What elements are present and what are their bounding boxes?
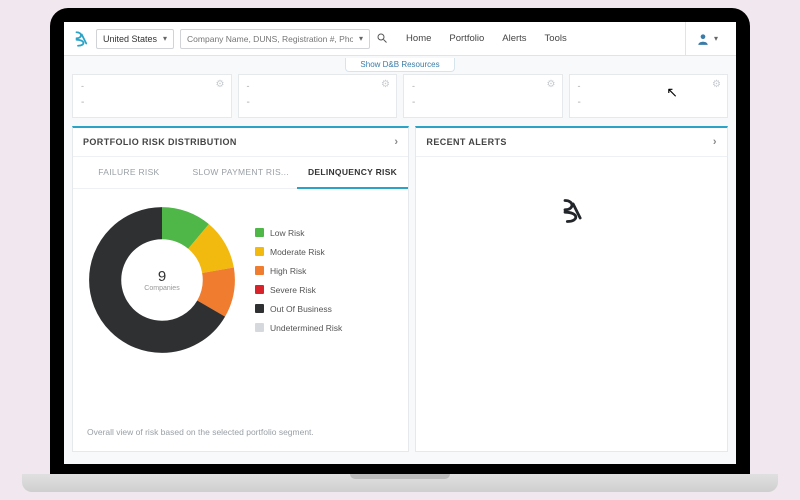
donut-chart: 9 Companies [87,205,237,355]
card-label: - [247,81,389,91]
card-label: - [81,81,223,91]
panel-header: PORTFOLIO RISK DISTRIBUTION › [73,128,408,157]
donut-center: 9 Companies [144,268,179,292]
summary-card: ⚙ - - [569,74,729,118]
header-bar: United States ▾ ▾ Home Portfolio Alerts … [64,22,736,56]
country-selector[interactable]: United States ▾ [96,29,174,49]
user-menu[interactable]: ▾ [685,22,728,55]
card-value: - [81,97,223,108]
gear-icon[interactable]: ⚙ [547,79,556,90]
panel-title: PORTFOLIO RISK DISTRIBUTION [83,137,237,147]
panel-title: RECENT ALERTS [426,137,506,147]
summary-card: ⚙ - - [238,74,398,118]
tab-slow-payment-risk[interactable]: SLOW PAYMENT RIS... [185,157,297,188]
panel-header: RECENT ALERTS › [416,128,727,157]
panel-footer-text: Overall view of risk based on the select… [73,417,408,451]
legend-low-risk: Low Risk [255,228,342,238]
chart-area: 9 Companies Low Risk Moderate Risk High … [73,189,408,363]
tab-delinquency-risk[interactable]: DELINQUENCY RISK [297,157,409,189]
card-label: - [412,81,554,91]
caret-down-icon: ▾ [163,34,167,43]
resources-bar: Show D&B Resources [64,56,736,74]
gear-icon[interactable]: ⚙ [381,79,390,90]
legend-undetermined-risk: Undetermined Risk [255,323,342,333]
search-field-wrap: ▾ [180,29,370,49]
brand-watermark-icon [558,197,586,225]
chevron-right-icon[interactable]: › [713,136,717,148]
nav-tools[interactable]: Tools [545,33,567,44]
legend: Low Risk Moderate Risk High Risk Severe … [255,228,342,333]
user-icon [696,32,710,46]
legend-moderate-risk: Moderate Risk [255,247,342,257]
card-value: - [578,97,720,108]
app-screen: United States ▾ ▾ Home Portfolio Alerts … [64,22,736,464]
gear-icon[interactable]: ⚙ [216,79,225,90]
risk-tabs: FAILURE RISK SLOW PAYMENT RIS... DELINQU… [73,157,408,189]
card-label: - [578,81,720,91]
tab-failure-risk[interactable]: FAILURE RISK [73,157,185,188]
summary-card: ⚙ - - [403,74,563,118]
card-value: - [412,97,554,108]
laptop-base [22,474,778,492]
chevron-right-icon[interactable]: › [394,136,398,148]
legend-out-of-business: Out Of Business [255,304,342,314]
show-resources-button[interactable]: Show D&B Resources [345,58,454,72]
search-icon[interactable] [376,32,388,46]
user-caret-icon: ▾ [714,34,718,43]
nav-portfolio[interactable]: Portfolio [449,33,484,44]
search-caret-icon[interactable]: ▾ [359,34,363,43]
nav-home[interactable]: Home [406,33,431,44]
gear-icon[interactable]: ⚙ [712,79,721,90]
legend-severe-risk: Severe Risk [255,285,342,295]
search-input[interactable] [187,34,353,44]
alerts-empty-state [416,157,727,451]
portfolio-risk-panel: PORTFOLIO RISK DISTRIBUTION › FAILURE RI… [72,126,409,452]
country-label: United States [103,34,157,44]
card-value: - [247,97,389,108]
main-nav: Home Portfolio Alerts Tools [406,33,567,44]
nav-alerts[interactable]: Alerts [502,33,526,44]
donut-total-label: Companies [144,285,179,292]
recent-alerts-panel: RECENT ALERTS › [415,126,728,452]
brand-logo-icon [72,30,90,48]
panels-row: PORTFOLIO RISK DISTRIBUTION › FAILURE RI… [64,118,736,452]
legend-high-risk: High Risk [255,266,342,276]
donut-total: 9 [144,268,179,285]
summary-row: ⚙ - - ⚙ - - ⚙ - - ⚙ - - [64,74,736,118]
summary-card: ⚙ - - [72,74,232,118]
